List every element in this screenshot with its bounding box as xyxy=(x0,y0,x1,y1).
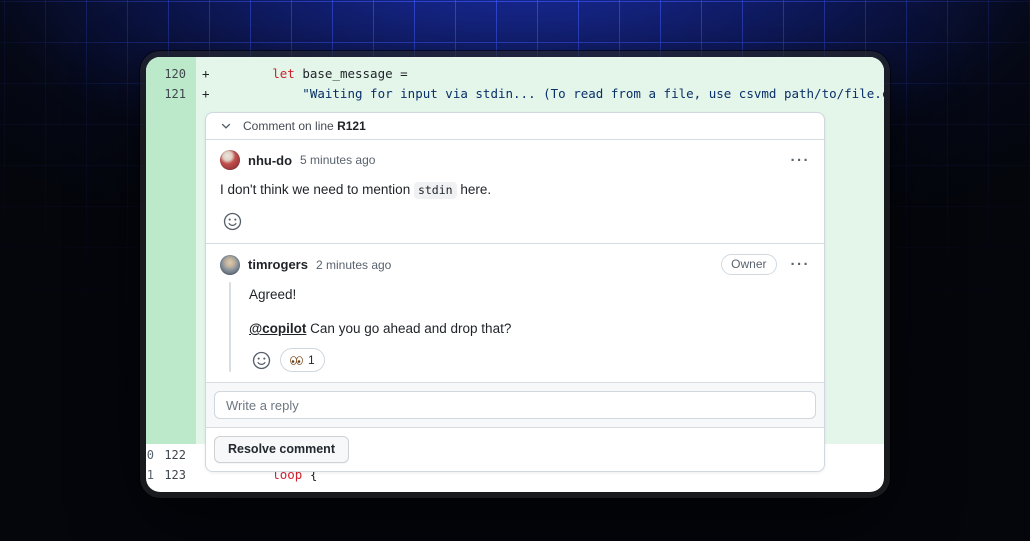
mention-link[interactable]: @copilot xyxy=(249,321,306,336)
owner-badge: Owner xyxy=(721,254,777,275)
diff-gutter xyxy=(146,57,196,444)
thread-header-label: Comment on line R121 xyxy=(243,119,366,133)
diff-line-120[interactable]: 120 + let base_message = xyxy=(146,64,884,84)
comment-timrogers: timrogers 2 minutes ago Owner ··· Agreed… xyxy=(206,243,824,382)
comment-author[interactable]: nhu-do xyxy=(248,153,292,168)
reaction-count: 1 xyxy=(308,353,315,367)
comment-author[interactable]: timrogers xyxy=(248,257,308,272)
new-line-number: 120 xyxy=(164,67,186,81)
inline-code: stdin xyxy=(413,182,457,199)
smiley-icon xyxy=(252,351,271,370)
comment-thread-card: Comment on line R121 nhu-do 5 minutes ag… xyxy=(205,112,825,472)
diff-sign: + xyxy=(202,66,210,81)
diff-sign: + xyxy=(202,86,210,101)
code-line: let base_message = xyxy=(272,66,408,81)
old-line-number: 120 xyxy=(146,448,154,462)
kebab-menu-icon: ··· xyxy=(790,256,810,273)
comment-body: @copilot Can you go ahead and drop that? xyxy=(249,321,512,336)
diff-line-121[interactable]: 121 + "Waiting for input via stdin... (T… xyxy=(146,84,884,104)
avatar[interactable] xyxy=(220,150,240,170)
new-line-number: 123 xyxy=(164,468,186,482)
add-reaction-button[interactable] xyxy=(249,348,273,372)
kebab-menu-icon: ··· xyxy=(790,151,810,169)
code-review-window: 120 + let base_message = 121 + "Waiting … xyxy=(146,57,884,492)
comment-nhu-do: nhu-do 5 minutes ago ··· I don't think w… xyxy=(206,140,824,243)
smiley-icon xyxy=(223,212,242,231)
reply-section xyxy=(206,382,824,427)
comment-menu-button[interactable]: ··· xyxy=(791,257,811,272)
new-line-number: 121 xyxy=(164,87,186,101)
thread-rail xyxy=(229,282,231,372)
comment-timestamp: 5 minutes ago xyxy=(300,153,376,167)
avatar[interactable] xyxy=(220,254,240,275)
line-ref: R121 xyxy=(337,119,366,133)
new-line-number: 122 xyxy=(164,448,186,462)
thread-header[interactable]: Comment on line R121 xyxy=(206,113,824,140)
add-reaction-button[interactable] xyxy=(220,209,244,233)
comment-menu-button[interactable]: ··· xyxy=(791,153,811,168)
eyes-icon xyxy=(290,355,303,365)
chevron-down-icon[interactable] xyxy=(220,120,232,132)
comment-body: I don't think we need to mention stdin h… xyxy=(220,182,492,199)
old-line-number: 121 xyxy=(146,468,154,482)
reply-input[interactable] xyxy=(214,391,816,419)
thread-footer: Resolve comment xyxy=(206,427,824,471)
comment-timestamp: 2 minutes ago xyxy=(315,257,392,272)
comment-body: Agreed! xyxy=(249,287,297,302)
eyes-reaction-pill[interactable]: 1 xyxy=(280,348,325,372)
resolve-comment-button[interactable]: Resolve comment xyxy=(214,436,349,463)
code-line: "Waiting for input via stdin... (To read… xyxy=(212,86,884,101)
